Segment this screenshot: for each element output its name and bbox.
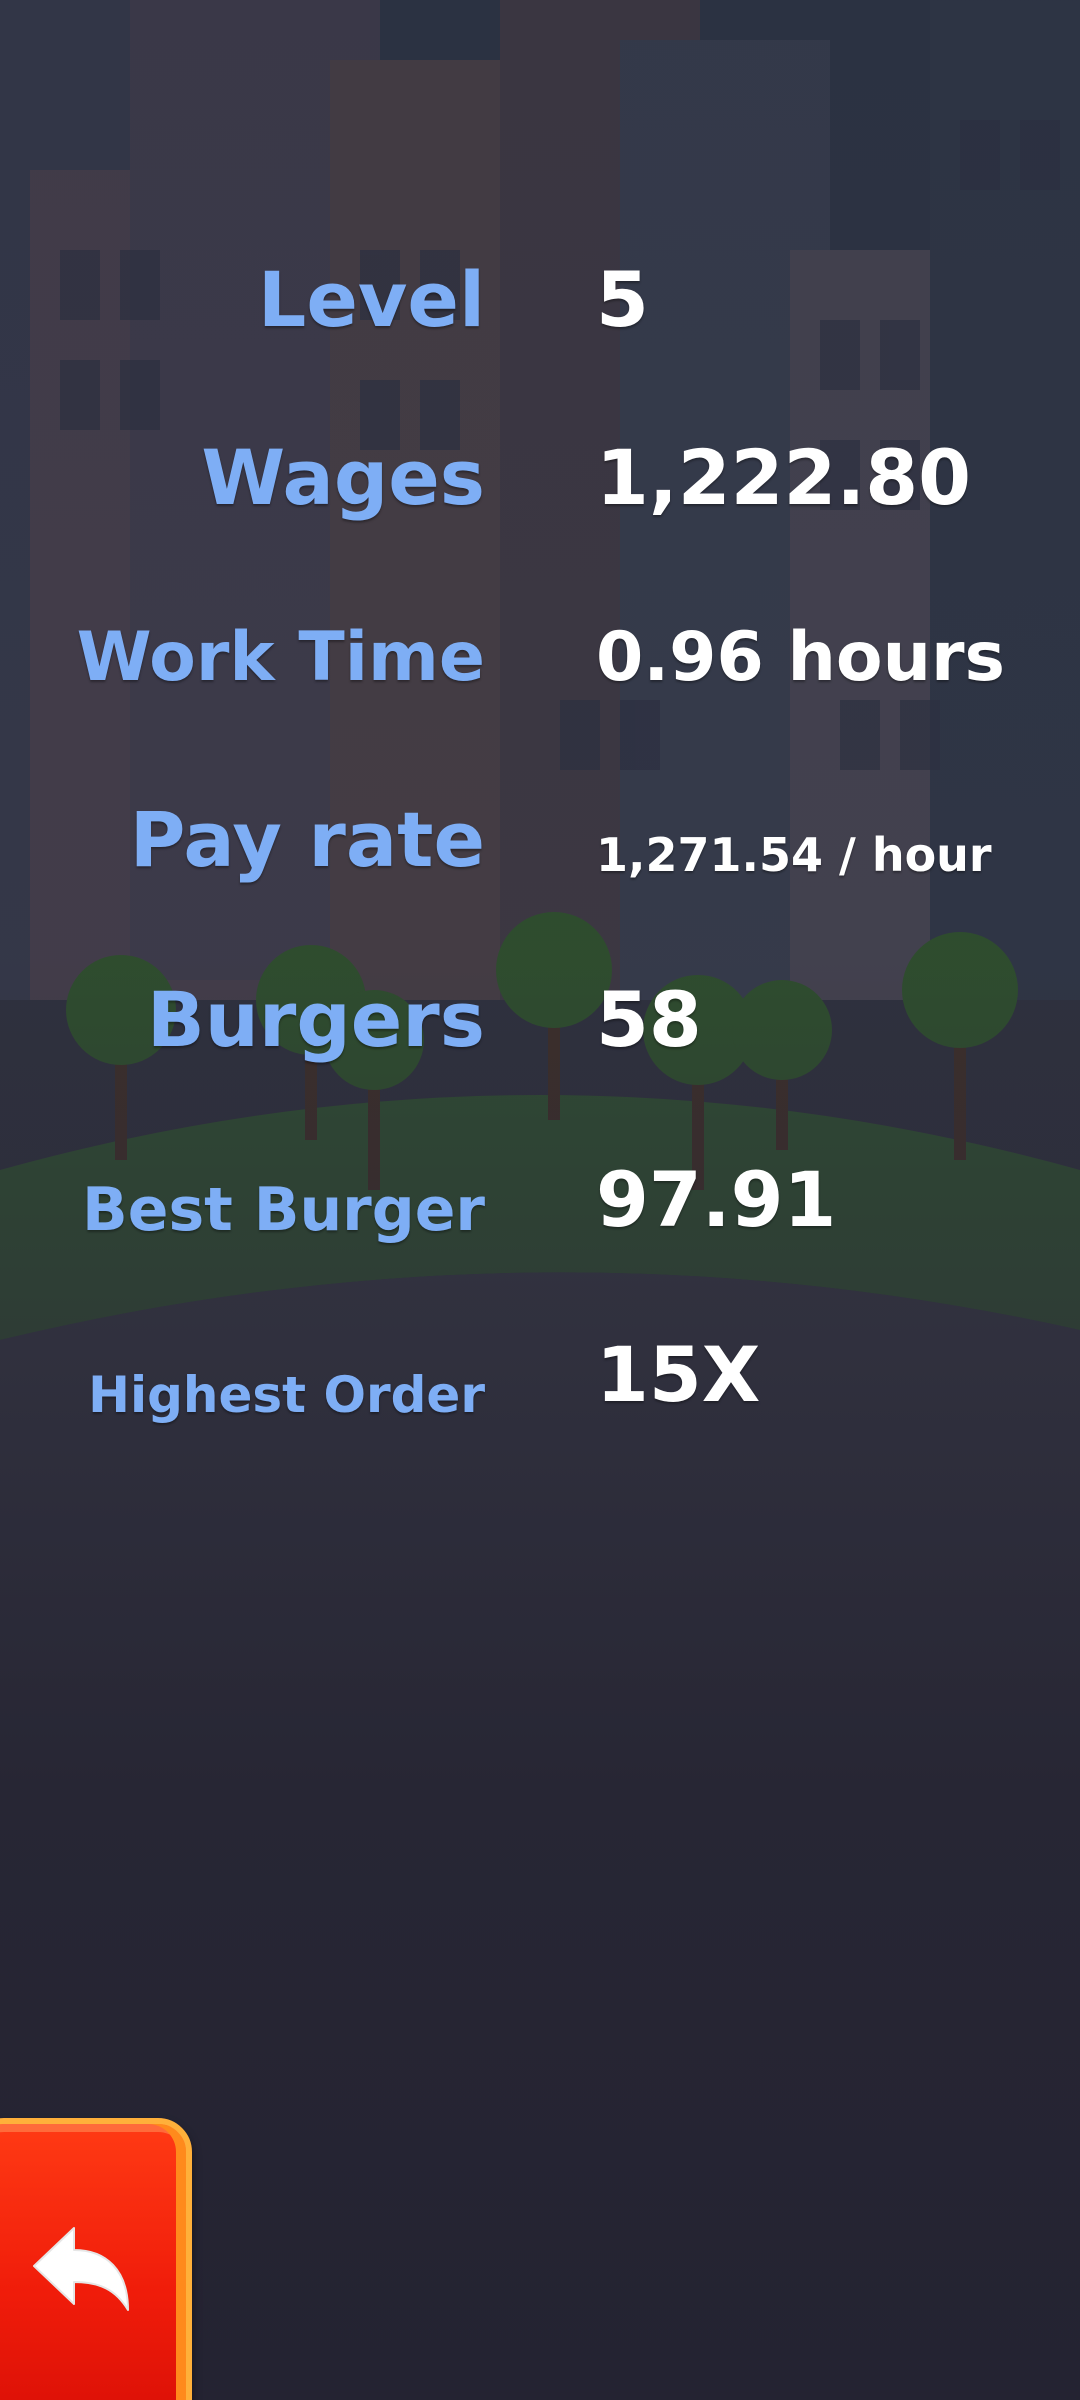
highest-order-value: 15X <box>596 1330 761 1419</box>
back-arrow-icon <box>33 2227 129 2311</box>
highest-order-label: Highest Order <box>88 1366 485 1424</box>
pay-rate-value: 1,271.54 / hour <box>596 828 992 882</box>
wages-label: Wages <box>201 433 485 522</box>
level-label: Level <box>257 255 485 344</box>
burgers-label: Burgers <box>146 975 485 1064</box>
wages-value: 1,222.80 <box>596 433 972 522</box>
pay-rate-label: Pay rate <box>129 795 485 884</box>
best-burger-value: 97.91 <box>596 1155 837 1244</box>
work-time-value: 0.96 hours <box>596 618 1005 697</box>
burgers-value: 58 <box>596 975 702 1064</box>
stats-screen: Level 5 Wages 1,222.80 Work Time 0.96 ho… <box>0 0 1080 2400</box>
back-button[interactable] <box>0 2118 192 2400</box>
best-burger-label: Best Burger <box>82 1175 485 1245</box>
level-value: 5 <box>596 255 649 344</box>
work-time-label: Work Time <box>76 618 485 697</box>
